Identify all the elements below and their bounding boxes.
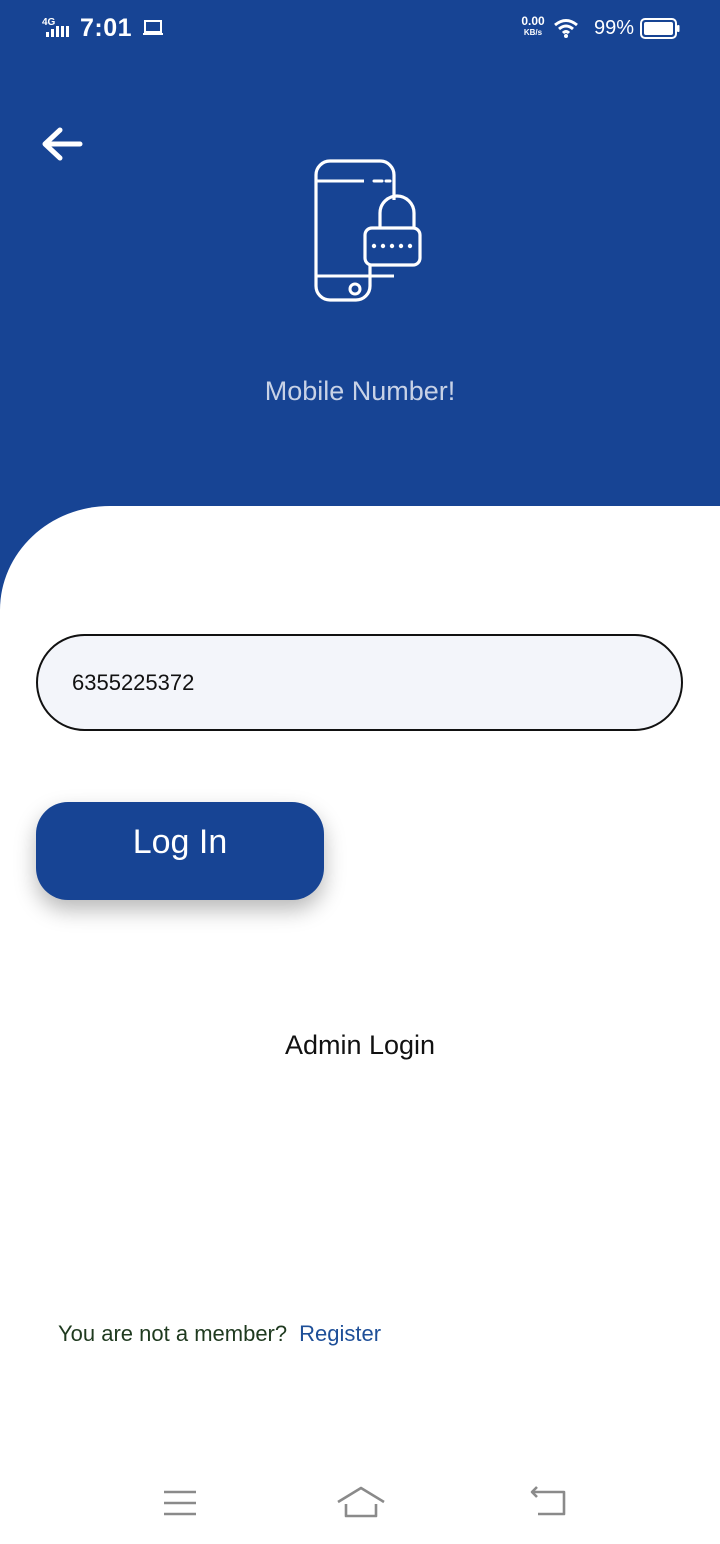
arrow-left-icon <box>42 127 83 161</box>
register-link[interactable]: Register <box>299 1321 381 1346</box>
battery-percent: 99% <box>594 17 635 39</box>
menu-icon[interactable] <box>162 1488 198 1518</box>
speed-value: 0.00 <box>521 14 545 28</box>
system-nav-bar <box>0 1460 720 1544</box>
status-bar: 4G 7:01 0.00 KB/s 99% <box>0 0 720 58</box>
page-title: Mobile Number! <box>264 376 456 406</box>
home-icon[interactable] <box>336 1484 386 1520</box>
speed-unit: KB/s <box>523 28 543 37</box>
phone-lock-icon <box>308 156 428 306</box>
battery-icon <box>640 18 680 39</box>
register-prompt: You are not a member? Register <box>58 1321 381 1347</box>
laptop-icon <box>142 19 164 37</box>
content-curve <box>0 506 720 646</box>
login-screen: 4G 7:01 0.00 KB/s 99% Mobile Number! 635… <box>0 0 720 1544</box>
mobile-number-input[interactable] <box>36 634 683 731</box>
login-button[interactable]: Log In <box>36 802 324 900</box>
network-type: 4G <box>42 17 56 28</box>
clock: 7:01 <box>80 14 133 42</box>
member-prompt-text: You are not a member? <box>58 1321 288 1346</box>
signal-icon: 4G <box>42 16 76 40</box>
admin-login-link[interactable]: Admin Login <box>0 1030 720 1061</box>
back-button[interactable] <box>38 122 86 166</box>
wifi-icon <box>553 17 579 39</box>
network-speed: 0.00 KB/s <box>518 14 548 38</box>
back-icon[interactable] <box>528 1486 568 1518</box>
